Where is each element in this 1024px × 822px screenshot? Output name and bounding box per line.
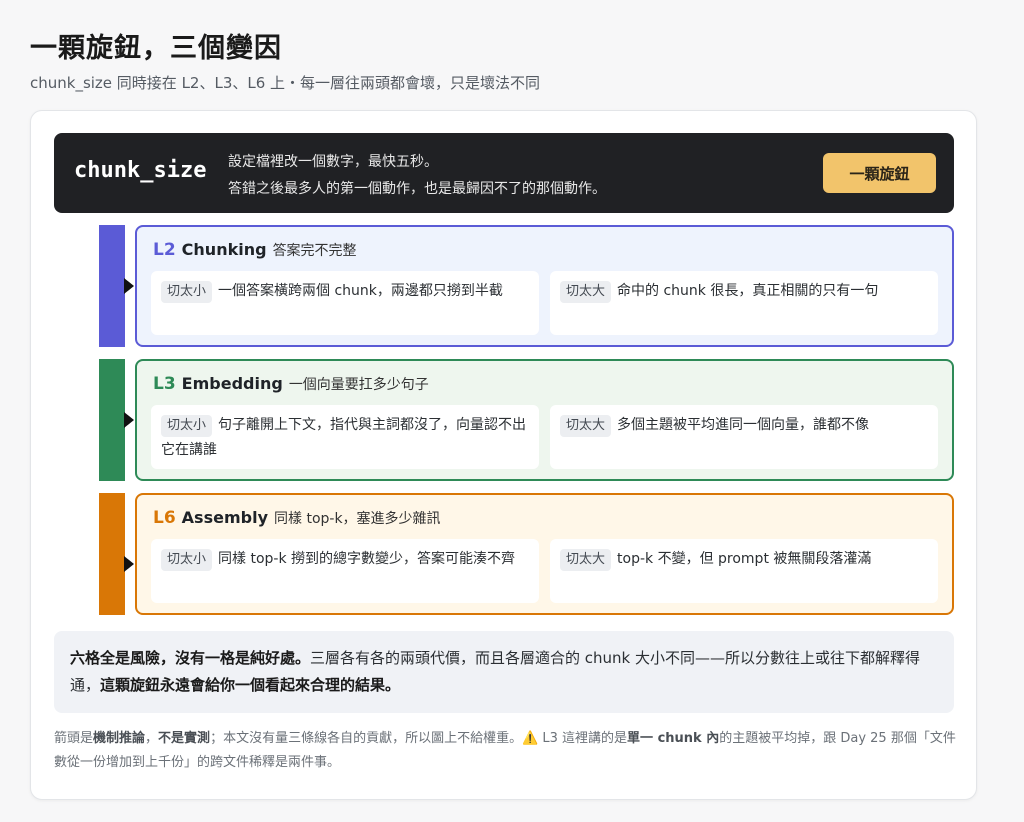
footnote-text: L3 這裡講的是: [538, 731, 628, 746]
footnote-text: ；本文沒有量三條線各自的貢獻，所以圖上不給權重。: [210, 731, 523, 746]
footnote-bold: 單一 chunk 內: [627, 731, 720, 746]
layer-l2-header: L2 Chunking 答案完不完整: [153, 240, 357, 260]
layer-name: Embedding: [181, 374, 283, 393]
tag-too-large: 切太大: [560, 281, 612, 303]
summary-bold-lead: 六格全是風險，沒有一格是純好處。: [70, 649, 311, 667]
cell-too-small: 切太小 一個答案橫跨兩個 chunk，兩邊都只撈到半截: [151, 271, 539, 335]
layer-stripe-l3: [99, 359, 125, 481]
summary-box: 六格全是風險，沒有一格是純好處。三層各有各的兩頭代價，而且各層適合的 chunk…: [54, 631, 954, 713]
knob-bar: chunk_size 設定檔裡改一個數字，最快五秒。 答錯之後最多人的第一個動作…: [54, 133, 954, 213]
cell-text: 命中的 chunk 很長，真正相關的只有一句: [617, 283, 879, 299]
knob-description: 設定檔裡改一個數字，最快五秒。 答錯之後最多人的第一個動作，也是最歸因不了的那個…: [228, 149, 606, 203]
cell-text: 多個主題被平均進同一個向量，誰都不像: [617, 417, 870, 433]
page-subtitle: chunk_size 同時接在 L2、L3、L6 上・每一層往兩頭都會壞，只是壞…: [30, 74, 541, 92]
knob-desc-line1: 設定檔裡改一個數字，最快五秒。: [228, 154, 438, 170]
cell-text: top-k 不變，但 prompt 被無關段落灌滿: [617, 551, 872, 567]
footnote-bold: 不是實測: [158, 731, 211, 746]
arrow-right-icon: [124, 278, 134, 294]
tag-too-large: 切太大: [560, 415, 612, 437]
tag-too-small: 切太小: [161, 549, 213, 571]
footnote: 箭頭是機制推論，不是實測；本文沒有量三條線各自的貢獻，所以圖上不給權重。⚠️ L…: [54, 727, 959, 775]
layer-l3-header: L3 Embedding 一個向量要扛多少句子: [153, 374, 429, 394]
layer-desc: 一個向量要扛多少句子: [288, 377, 429, 393]
cell-too-small: 切太小 同樣 top-k 撈到的總字數變少，答案可能湊不齊: [151, 539, 539, 603]
layer-name: Assembly: [181, 508, 268, 527]
layer-stripe-l2: [99, 225, 125, 347]
layer-name: Chunking: [181, 240, 267, 259]
layer-code: L3: [153, 374, 176, 394]
footnote-text: 箭頭是: [54, 731, 94, 746]
arrow-right-icon: [124, 412, 134, 428]
layer-desc: 同樣 top-k，塞進多少雜訊: [274, 511, 441, 527]
cell-too-large: 切太大 命中的 chunk 很長，真正相關的只有一句: [550, 271, 938, 335]
layer-l2-box: L2 Chunking 答案完不完整 切太小 一個答案橫跨兩個 chunk，兩邊都只撈…: [135, 225, 954, 347]
cell-text: 句子離開上下文，指代與主詞都沒了，向量認不出它在講誰: [161, 417, 527, 458]
summary-bold-conclusion: 這顆旋鈕永遠會給你一個看起來合理的結果。: [100, 676, 401, 694]
cell-text: 同樣 top-k 撈到的總字數變少，答案可能湊不齊: [218, 551, 516, 567]
cell-text: 一個答案橫跨兩個 chunk，兩邊都只撈到半截: [218, 283, 503, 299]
footnote-bold: 機制推論: [93, 731, 146, 746]
tag-too-small: 切太小: [161, 415, 213, 437]
knob-badge: 一顆旋鈕: [823, 153, 936, 193]
layer-l3-box: L3 Embedding 一個向量要扛多少句子 切太小 句子離開上下文，指代與主詞都沒…: [135, 359, 954, 481]
layer-l6-header: L6 Assembly 同樣 top-k，塞進多少雜訊: [153, 508, 441, 528]
knob-desc-line2: 答錯之後最多人的第一個動作，也是最歸因不了的那個動作。: [228, 181, 606, 197]
tag-too-small: 切太小: [161, 281, 213, 303]
layer-stripe-l6: [99, 493, 125, 615]
diagram-card: chunk_size 設定檔裡改一個數字，最快五秒。 答錯之後最多人的第一個動作…: [30, 110, 977, 800]
cell-too-large: 切太大 多個主題被平均進同一個向量，誰都不像: [550, 405, 938, 469]
layer-l6-box: L6 Assembly 同樣 top-k，塞進多少雜訊 切太小 同樣 top-k 撈到…: [135, 493, 954, 615]
layer-code: L6: [153, 508, 176, 528]
knob-name: chunk_size: [74, 158, 207, 183]
cell-too-large: 切太大 top-k 不變，但 prompt 被無關段落灌滿: [550, 539, 938, 603]
cell-too-small: 切太小 句子離開上下文，指代與主詞都沒了，向量認不出它在講誰: [151, 405, 539, 469]
tag-too-large: 切太大: [560, 549, 612, 571]
page-title: 一顆旋鈕，三個變因: [30, 33, 282, 64]
layer-desc: 答案完不完整: [272, 243, 357, 259]
arrow-right-icon: [124, 556, 134, 572]
warning-icon: ⚠️: [522, 731, 539, 746]
footnote-text: ，: [145, 731, 159, 746]
layer-code: L2: [153, 240, 176, 260]
